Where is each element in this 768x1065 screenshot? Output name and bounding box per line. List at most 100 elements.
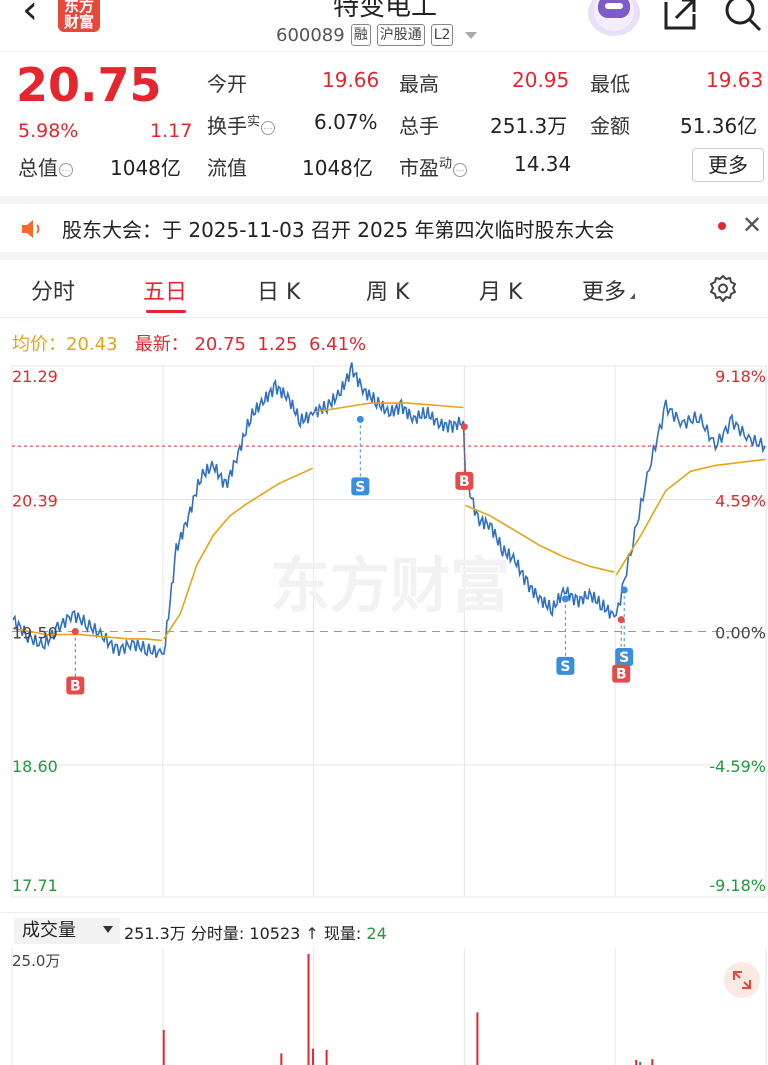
margin-tag: 融 [350, 24, 371, 46]
tick-volume-label: 分时量: [190, 924, 245, 943]
volume-y-label: 25.0万 [12, 952, 60, 970]
pe-sup: 动 [439, 156, 453, 172]
y-left-tick-label: 18.60 [12, 757, 58, 776]
marker-label: S [355, 479, 365, 495]
y-right-tick-label: -4.59% [709, 757, 766, 776]
notice-text: 股东大会：于 2025-11-03 召开 2025 年第四次临时股东大会 [62, 218, 615, 242]
now-volume-label: 现量: [323, 924, 362, 943]
high-value: 20.95 [512, 68, 570, 92]
unread-dot [718, 222, 726, 230]
turnover-sup: 实 [247, 114, 261, 130]
divider [0, 196, 768, 204]
marker-label: S [619, 650, 629, 666]
open-value: 19.66 [322, 68, 380, 92]
turnover-label: 换手实… [207, 110, 276, 139]
corner-triangle-icon [630, 293, 636, 299]
amount-label: 金额 [590, 114, 630, 138]
volume-bar [162, 1029, 165, 1065]
level2-tag: L2 [430, 24, 454, 46]
divider [0, 252, 768, 260]
marker-dot [617, 616, 625, 624]
dropdown-icon[interactable] [103, 926, 113, 933]
assistant-avatar-icon[interactable] [588, 0, 640, 36]
legend-change-pct: 6.41% [308, 334, 367, 355]
stock-code: 600089 [276, 24, 345, 46]
now-volume-value: 24 [366, 924, 387, 943]
stock-name: 特变电工 [332, 0, 437, 22]
marker-dot [561, 595, 569, 603]
share-icon[interactable] [660, 0, 700, 32]
low-value: 19.63 [706, 68, 764, 92]
marker-dot [460, 423, 468, 431]
last-price-label: 最新： [134, 334, 189, 355]
five-day-price-chart[interactable]: 东方财富BS BSSB21.2920.3919.5018.6017.719.18%… [0, 360, 768, 920]
amount-value: 51.36亿 [680, 114, 758, 138]
turnover-label-text: 换手 [207, 114, 247, 138]
volume-bar [325, 1049, 328, 1065]
tab-weekly-k[interactable]: 周 K [366, 274, 409, 306]
top-bar: ‹ 东方 财富 特变电工 600089 融 沪股通 L2 [0, 0, 768, 52]
float-cap-label: 流值 [207, 156, 247, 180]
tab-monthly-k-label: 月 K [479, 280, 523, 305]
chart-legend: 均价：20.43 最新： 20.75 1.25 6.41% [12, 330, 366, 356]
volume-chart: 25.0万 [11, 948, 767, 1065]
volume-bar [307, 953, 310, 1065]
back-chevron-icon[interactable]: ‹ [22, 0, 38, 30]
y-left-tick-label: 17.71 [12, 876, 58, 895]
logo-top-text: 东方 [63, 0, 94, 15]
y-left-tick-label: 21.29 [12, 367, 58, 386]
period-tabs: 分时 五日 日 K 周 K 月 K 更多 [0, 262, 768, 318]
active-tab-indicator [146, 310, 186, 313]
tab-more-label: 更多 [582, 280, 627, 305]
app-logo: 东方 财富 [58, 0, 100, 32]
marker-label: S [560, 659, 570, 675]
expand-icon[interactable] [724, 962, 760, 998]
pe-label: 市盈动… [399, 152, 468, 181]
tab-daily-k[interactable]: 日 K [257, 274, 300, 306]
info-icon[interactable]: … [453, 163, 468, 177]
volume-info: 251.3万 分时量: 10523 ↑ 现量: 24 [124, 920, 387, 944]
low-label: 最低 [590, 72, 630, 96]
tick-volume-value: 10523 [249, 924, 301, 943]
volume-label: 总手 [399, 114, 439, 138]
marker-dot [71, 628, 79, 635]
volume-total: 251.3万 [124, 924, 186, 943]
pe-label-text: 市盈 [399, 156, 439, 180]
y-left-tick-label: 19.50 [12, 624, 58, 643]
dropdown-icon[interactable] [465, 31, 478, 39]
y-right-tick-label: 0.00% [715, 624, 766, 643]
market-cap-value: 1048亿 [110, 156, 181, 180]
more-quote-button[interactable]: 更多 [692, 148, 764, 182]
float-cap-value: 1048亿 [302, 156, 373, 180]
marker-dot [620, 586, 628, 594]
y-right-tick-label: 9.18% [715, 367, 766, 386]
last-price: 20.75 [16, 58, 162, 112]
logo-bottom-text: 财富 [63, 13, 94, 31]
high-label: 最高 [399, 72, 439, 96]
info-icon[interactable]: … [261, 121, 276, 135]
marker-label: B [70, 679, 81, 695]
avg-price-label: 均价： [12, 334, 66, 355]
marker-label: B [616, 667, 627, 683]
turnover-value: 6.07% [314, 110, 378, 134]
up-arrow-icon: ↑ [305, 924, 319, 943]
speaker-icon [22, 220, 40, 238]
connect-tag: 沪股通 [376, 24, 425, 46]
y-left-tick-label: 20.39 [12, 491, 58, 510]
marker-dot [356, 415, 364, 423]
info-icon[interactable]: … [59, 163, 73, 177]
stock-code-row[interactable]: 600089 融 沪股通 L2 [276, 22, 478, 48]
tab-intraday[interactable]: 分时 [31, 274, 75, 306]
market-cap-label: 总值… [18, 152, 73, 181]
tab-monthly-k[interactable]: 月 K [479, 274, 522, 306]
volume-bar [312, 1048, 315, 1065]
tab-five-day[interactable]: 五日 [143, 274, 187, 306]
settings-gear-icon[interactable] [708, 274, 738, 304]
notice-bar[interactable]: 股东大会：于 2025-11-03 召开 2025 年第四次临时股东大会 [0, 204, 768, 252]
search-icon[interactable] [720, 0, 764, 34]
close-icon[interactable]: ✕ [742, 211, 762, 239]
y-right-tick-label: 4.59% [715, 491, 766, 510]
pe-value: 14.34 [514, 152, 572, 176]
tab-more[interactable]: 更多 [582, 274, 636, 306]
market-cap-label-text: 总值 [18, 156, 58, 180]
